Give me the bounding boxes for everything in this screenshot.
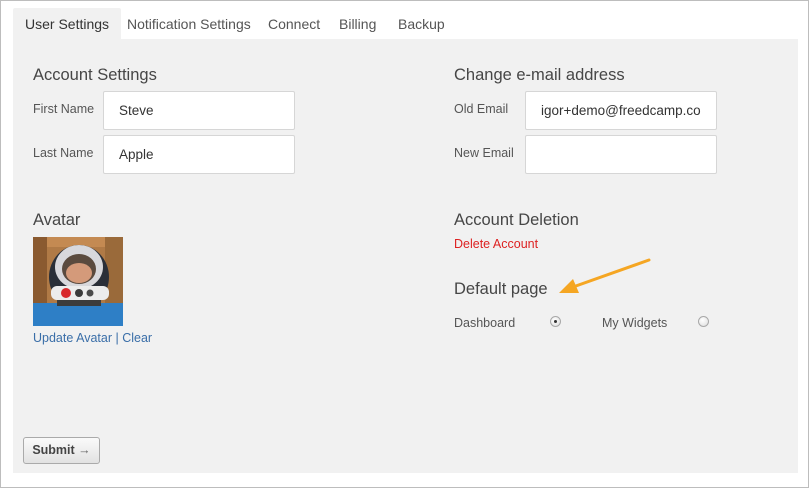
tab-billing[interactable]: Billing — [339, 8, 376, 40]
old-email-input[interactable] — [525, 91, 717, 130]
delete-account-link[interactable]: Delete Account — [454, 237, 538, 251]
clear-avatar-link[interactable]: Clear — [122, 331, 152, 345]
update-avatar-link[interactable]: Update Avatar — [33, 331, 112, 345]
old-email-label: Old Email — [454, 102, 509, 116]
avatar-link-separator: | — [115, 331, 119, 345]
first-name-label: First Name — [33, 102, 95, 116]
dashboard-option-label: Dashboard — [454, 316, 516, 330]
my-widgets-radio[interactable] — [698, 316, 709, 327]
dashboard-radio[interactable] — [550, 316, 561, 327]
new-email-input[interactable] — [525, 135, 717, 174]
my-widgets-option-label: My Widgets — [602, 316, 668, 330]
account-deletion-heading: Account Deletion — [454, 211, 579, 229]
tab-notification-settings[interactable]: Notification Settings — [127, 8, 251, 40]
tab-backup[interactable]: Backup — [398, 8, 445, 40]
default-page-heading: Default page — [454, 280, 548, 298]
avatar-heading: Avatar — [33, 211, 81, 229]
last-name-label: Last Name — [33, 146, 94, 160]
arrow-right-icon: → — [78, 443, 91, 457]
tab-connect[interactable]: Connect — [268, 8, 320, 40]
last-name-input[interactable] — [103, 135, 295, 174]
tab-user-settings[interactable]: User Settings — [13, 8, 122, 40]
submit-label: Submit — [32, 443, 75, 457]
avatar-links: Update Avatar | Clear — [33, 331, 152, 345]
submit-button[interactable]: Submit → — [23, 437, 100, 464]
user-settings-panel: Account Settings First Name Last Name Ch… — [13, 39, 798, 473]
first-name-input[interactable] — [103, 91, 295, 130]
new-email-label: New Email — [454, 146, 514, 160]
settings-window: User Settings Notification Settings Conn… — [0, 0, 809, 488]
avatar-image — [33, 237, 123, 326]
change-email-heading: Change e-mail address — [454, 66, 625, 84]
radio-selected-dot — [554, 320, 557, 323]
account-settings-heading: Account Settings — [33, 66, 157, 84]
